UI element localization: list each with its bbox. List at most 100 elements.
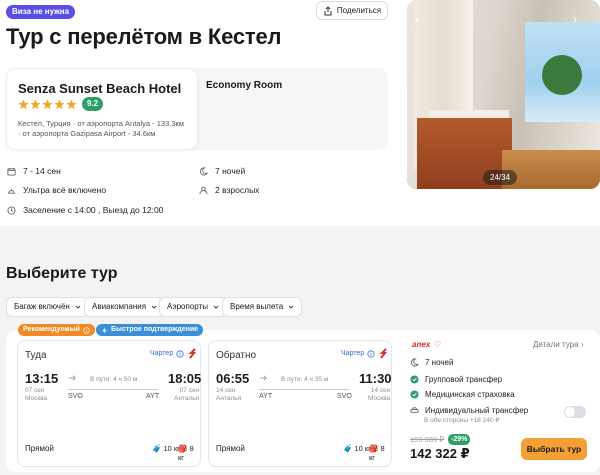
checkin-info: Заселение с 14:00 , Выезд до 12:00: [7, 205, 163, 215]
moon-icon: [199, 166, 208, 175]
charter-label: Чартер: [150, 350, 174, 357]
departure-city: Анталья: [216, 395, 242, 402]
nights-info: 7 ночей: [199, 166, 245, 176]
offer-individual-transfer: Индивидуальный трансфер: [410, 406, 528, 415]
plane-icon: [68, 375, 76, 381]
star-icon: [18, 99, 29, 110]
offer-transfer-text: Групповой трансфер: [425, 375, 503, 384]
offer-transfer: Групповой трансфер: [410, 375, 502, 384]
price: 142 322 ₽: [410, 446, 470, 461]
hotel-airport-1: · от аэропорта Antalya - 133.3км: [72, 119, 184, 128]
star-icon: [42, 99, 53, 110]
departure-date-text: 07 сен: [25, 387, 45, 394]
tour-heading: Выберите тур: [6, 265, 118, 282]
hand-luggage-info: 🎒 8 кг: [369, 444, 385, 462]
filter-airports-label: Аэропорты: [167, 302, 208, 311]
info-icon: [83, 326, 90, 334]
hotel-photo[interactable]: [407, 0, 600, 189]
arrival-date-text: 07 сен: [179, 387, 200, 394]
offer-nights-text: 7 ночей: [425, 358, 454, 367]
share-button[interactable]: Поделиться: [316, 1, 388, 20]
clock-icon: [7, 205, 16, 215]
hotel-name[interactable]: Senza Sunset Beach Hotel: [18, 81, 181, 96]
hand-luggage-info: 🎒 8 кг: [178, 444, 194, 462]
baggage-info: 🧳 10 кг: [343, 444, 371, 453]
guests-text: 2 взрослых: [215, 185, 260, 195]
person-icon: [199, 185, 208, 194]
filter-departure-time-label: Время вылета: [230, 302, 284, 311]
arrival-date-text: 14 сен: [370, 387, 391, 394]
departure-date: 07 сен Москва: [25, 387, 47, 403]
share-icon: [324, 5, 332, 15]
filter-departure-time[interactable]: Время вылета: [222, 297, 303, 317]
chevron-down-icon: [213, 305, 219, 309]
hotel-info-box: Senza Sunset Beach Hotel 9.2 Кестел, Тур…: [6, 68, 198, 150]
departure-airport-code: SVO: [68, 393, 83, 400]
select-tour-button[interactable]: Выбрать тур: [521, 438, 587, 460]
heart-icon[interactable]: ♡: [434, 340, 441, 349]
departure-date: 14 сен Анталья: [216, 387, 241, 403]
filter-baggage-label: Багаж включён: [14, 302, 70, 311]
car-icon: [410, 407, 419, 413]
airline-logo-icon: [188, 348, 197, 359]
dates-text: 7 - 14 сен: [23, 166, 61, 176]
departure-date-text: 14 сен: [216, 387, 236, 394]
old-price: 199 989 ₽: [410, 435, 444, 444]
provider-logo: anex: [412, 340, 431, 349]
discount-badge: -29%: [448, 434, 471, 445]
filter-airports[interactable]: Аэропорты: [159, 297, 227, 317]
filter-baggage[interactable]: Багаж включён: [6, 297, 89, 317]
hotel-airport-2: · от аэропорта Gazipasa Airport - 34.6км: [18, 129, 156, 138]
arrival-airport-code: SVO: [337, 393, 352, 400]
moon-icon: [410, 358, 419, 367]
star-icon: [66, 99, 77, 110]
tag-recommended-label: Рекомендуемый: [23, 326, 80, 333]
arrival-time: 18:05: [168, 371, 202, 386]
arrival-date: 07 сен Анталья: [174, 387, 199, 403]
hand-luggage-weight: 8 кг: [178, 444, 194, 462]
charter-label: Чартер: [341, 350, 365, 357]
info-icon[interactable]: [176, 350, 184, 358]
flight-outbound[interactable]: Туда Чартер 13:15 07 сен Москва В пути: 4…: [17, 340, 201, 467]
tag-fast-confirmation: Быстрое подтверждение: [96, 324, 204, 336]
nights-text: 7 ночей: [215, 166, 246, 176]
baggage-info: 🧳 10 кг: [152, 444, 180, 453]
plane-icon: [259, 375, 267, 381]
tour-details-label: Детали тура: [533, 340, 579, 349]
individual-transfer-price: В обе стороны +18 240 ₽: [424, 417, 500, 424]
star-icon: [54, 99, 65, 110]
tag-recommended: Рекомендуемый: [18, 324, 95, 336]
flight-duration: В пути: 4 ч 50 м: [90, 376, 138, 383]
departure-time: 13:15: [25, 371, 59, 386]
flight-return[interactable]: Обратно Чартер 06:55 14 сен Анталья В пут…: [208, 340, 392, 467]
info-icon[interactable]: [367, 350, 375, 358]
flight-duration: В пути: 4 ч 35 м: [281, 376, 329, 383]
hotel-city: Кестел, Турция: [18, 119, 71, 128]
calendar-icon: [7, 167, 16, 176]
meal-info: Ультра всё включено: [7, 185, 106, 195]
tour-details-link[interactable]: Детали тура ›: [533, 340, 583, 349]
meal-text: Ультра всё включено: [23, 185, 107, 195]
hotel-location: Кестел, Турция · от аэропорта Antalya - …: [18, 119, 184, 139]
photo-prev-icon[interactable]: ‹: [410, 12, 424, 26]
offer-nights: 7 ночей: [410, 358, 453, 367]
star-rating: [18, 99, 77, 110]
offer-insurance-text: Медицинская страховка: [425, 390, 515, 399]
departure-time: 06:55: [216, 371, 250, 386]
flight-direction: Обратно: [216, 350, 257, 361]
room-name: Economy Room: [206, 80, 283, 91]
chevron-down-icon: [288, 305, 294, 309]
share-label: Поделиться: [336, 6, 382, 15]
flight-type: Прямой: [25, 444, 54, 453]
individual-transfer-toggle[interactable]: [564, 406, 586, 418]
arrival-airport-code: AYT: [146, 393, 160, 400]
check-circle-icon: [410, 390, 419, 399]
filter-airline[interactable]: Авиакомпания: [84, 297, 166, 317]
filter-airline-label: Авиакомпания: [92, 302, 147, 311]
chevron-down-icon: [151, 305, 157, 309]
checkin-text: Заселение с 14:00 , Выезд до 12:00: [23, 205, 164, 215]
chevron-down-icon: [75, 305, 81, 309]
visa-badge: Виза не нужна: [6, 5, 76, 19]
flight-type: Прямой: [216, 444, 245, 453]
photo-next-icon[interactable]: ›: [568, 12, 582, 26]
